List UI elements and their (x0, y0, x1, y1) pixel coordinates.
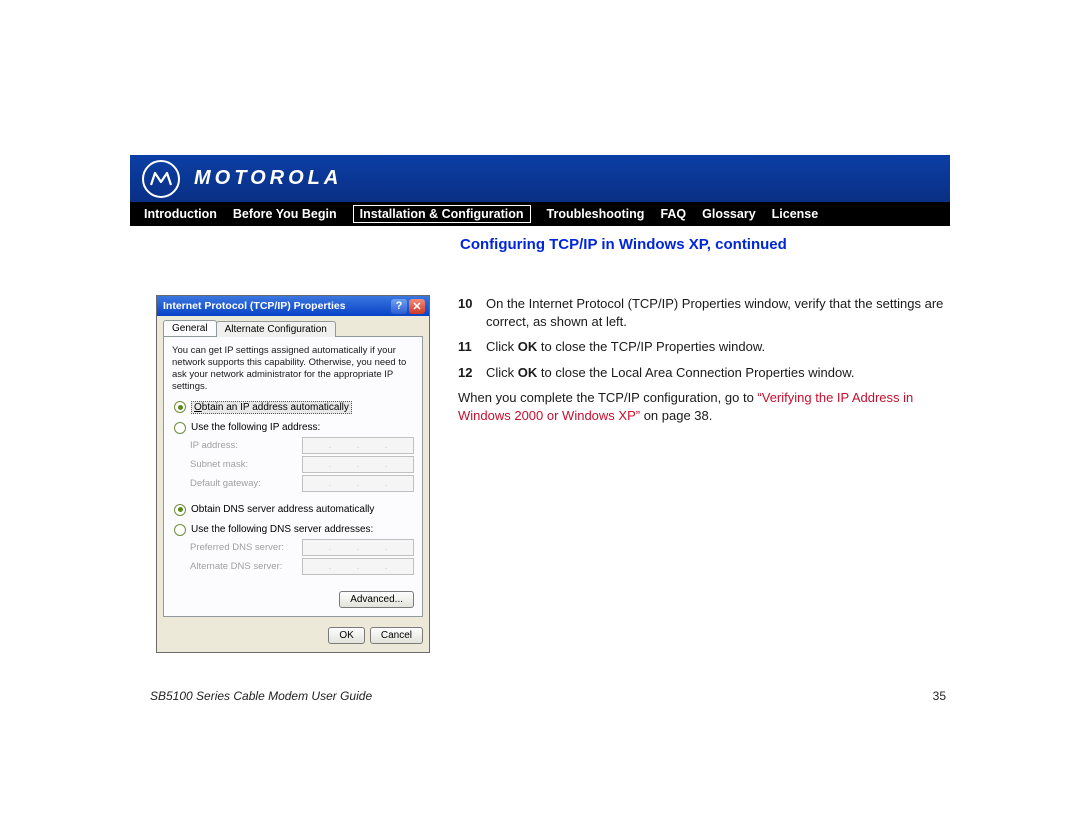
dialog-title: Internet Protocol (TCP/IP) Properties (163, 300, 346, 312)
radio-icon (174, 524, 186, 536)
nav-installation-configuration[interactable]: Installation & Configuration (353, 205, 531, 223)
field-ip-address: IP address: ... (190, 437, 414, 454)
document-page: MOTOROLA Introduction Before You Begin I… (130, 155, 950, 703)
radio-dns-manual-label: Use the following DNS server addresses: (191, 524, 373, 535)
radio-ip-manual-label: Use the following IP address: (191, 422, 320, 433)
field-dns1: Preferred DNS server: ... (190, 539, 414, 556)
step-text: Click OK to close the TCP/IP Properties … (486, 338, 765, 356)
brand-header: MOTOROLA (130, 155, 950, 202)
radio-icon (174, 422, 186, 434)
dialog-body: General Alternate Configuration You can … (157, 316, 429, 652)
steps-column: 10 On the Internet Protocol (TCP/IP) Pro… (458, 295, 950, 424)
motorola-logo-icon (142, 160, 180, 198)
radio-icon (174, 504, 186, 516)
radio-ip-auto[interactable]: Obtain an IP address automatically (174, 401, 414, 414)
page-number: 35 (933, 689, 946, 703)
nav-introduction[interactable]: Introduction (144, 207, 217, 221)
step-10: 10 On the Internet Protocol (TCP/IP) Pro… (458, 295, 950, 330)
step-text: On the Internet Protocol (TCP/IP) Proper… (486, 295, 950, 330)
step-number: 12 (458, 364, 476, 382)
tab-pane-general: You can get IP settings assigned automat… (163, 336, 423, 617)
advanced-button[interactable]: Advanced... (339, 591, 414, 608)
step-number: 10 (458, 295, 476, 330)
help-icon[interactable]: ? (391, 299, 407, 314)
dialog-button-row: OK Cancel (163, 627, 423, 644)
ip-input: ... (302, 475, 414, 492)
radio-dns-manual[interactable]: Use the following DNS server addresses: (174, 524, 414, 536)
nav-troubleshooting[interactable]: Troubleshooting (547, 207, 645, 221)
field-dns2: Alternate DNS server: ... (190, 558, 414, 575)
nav-bar: Introduction Before You Begin Installati… (130, 202, 950, 226)
radio-icon (174, 401, 186, 413)
nav-glossary[interactable]: Glossary (702, 207, 756, 221)
dialog-titlebar: Internet Protocol (TCP/IP) Properties ? … (157, 296, 429, 316)
dialog-description: You can get IP settings assigned automat… (172, 345, 414, 393)
tab-strip: General Alternate Configuration (163, 320, 423, 336)
ip-input: ... (302, 539, 414, 556)
titlebar-buttons: ? ✕ (391, 299, 425, 314)
page-footer: SB5100 Series Cable Modem User Guide 35 (130, 689, 950, 703)
nav-license[interactable]: License (772, 207, 819, 221)
step-text: Click OK to close the Local Area Connect… (486, 364, 855, 382)
tab-alternate[interactable]: Alternate Configuration (216, 321, 336, 337)
nav-faq[interactable]: FAQ (660, 207, 686, 221)
step-11: 11 Click OK to close the TCP/IP Properti… (458, 338, 950, 356)
tcpip-properties-dialog: Internet Protocol (TCP/IP) Properties ? … (156, 295, 430, 653)
step-number: 11 (458, 338, 476, 356)
content-row: Internet Protocol (TCP/IP) Properties ? … (130, 295, 950, 653)
radio-dns-auto-label: Obtain DNS server address automatically (191, 504, 374, 515)
radio-dns-auto[interactable]: Obtain DNS server address automatically (174, 504, 414, 516)
step-12: 12 Click OK to close the Local Area Conn… (458, 364, 950, 382)
brand-name: MOTOROLA (194, 167, 342, 190)
footer-guide-title: SB5100 Series Cable Modem User Guide (150, 689, 372, 703)
radio-ip-auto-label: Obtain an IP address automatically (191, 401, 352, 414)
cancel-button[interactable]: Cancel (370, 627, 423, 644)
ip-input: ... (302, 456, 414, 473)
ok-button[interactable]: OK (328, 627, 364, 644)
ip-input: ... (302, 437, 414, 454)
ip-input: ... (302, 558, 414, 575)
advanced-row: Advanced... (172, 591, 414, 608)
section-heading: Configuring TCP/IP in Windows XP, contin… (460, 236, 950, 253)
field-subnet: Subnet mask: ... (190, 456, 414, 473)
close-icon[interactable]: ✕ (409, 299, 425, 314)
radio-ip-manual[interactable]: Use the following IP address: (174, 422, 414, 434)
field-gateway: Default gateway: ... (190, 475, 414, 492)
post-step-text: When you complete the TCP/IP configurati… (458, 389, 950, 424)
nav-before-you-begin[interactable]: Before You Begin (233, 207, 337, 221)
tab-general[interactable]: General (163, 320, 217, 336)
